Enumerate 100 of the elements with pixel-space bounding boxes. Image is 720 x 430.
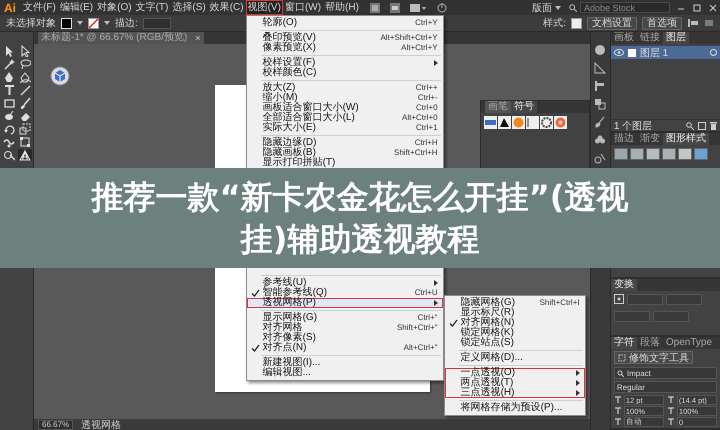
curve-pen-icon[interactable] bbox=[18, 71, 30, 83]
panel-tab[interactable]: 图形样式 bbox=[662, 133, 709, 145]
menu-item[interactable]: 参考线(U) bbox=[246, 278, 443, 288]
free-transform-icon[interactable] bbox=[18, 136, 30, 148]
rotate-icon[interactable] bbox=[2, 123, 14, 135]
menu-title[interactable]: 帮助(H) bbox=[323, 0, 361, 15]
font-family-field[interactable]: Impact bbox=[614, 367, 717, 379]
layer-row[interactable]: 图层 1 bbox=[610, 46, 720, 59]
menu-title[interactable]: 选择(S) bbox=[170, 0, 208, 15]
touch-type-button[interactable]: 修饰文字工具 bbox=[614, 351, 693, 364]
menu-item[interactable]: 显示网格(G) Ctrl+" bbox=[246, 313, 443, 323]
style-swatch[interactable] bbox=[571, 18, 582, 28]
menu-item[interactable]: 画板适合窗口大小(W) Ctrl+0 bbox=[246, 103, 443, 113]
panel-tab[interactable]: 画板 bbox=[610, 32, 637, 44]
menu-title[interactable]: 文件(F) bbox=[21, 0, 58, 15]
menu-item[interactable]: 显示打印拼贴(T) bbox=[246, 158, 443, 168]
menu-item[interactable]: 实际大小(E) Ctrl+1 bbox=[246, 123, 443, 133]
menu-item[interactable]: 显示标尺(R) bbox=[444, 308, 585, 318]
menu-item[interactable]: 编辑视图... bbox=[246, 368, 443, 378]
close-tab-button[interactable]: × bbox=[195, 32, 201, 44]
new-layer-icon[interactable] bbox=[698, 122, 706, 130]
menu-item[interactable]: 缩小(M) Ctrl+- bbox=[246, 93, 443, 103]
menu-item[interactable]: 智能参考线(Q) Ctrl+U bbox=[246, 288, 443, 298]
close-icon[interactable] bbox=[708, 2, 718, 12]
symbol-swatch[interactable] bbox=[498, 116, 511, 129]
brush-icon[interactable] bbox=[18, 97, 30, 109]
maximize-icon[interactable] bbox=[692, 2, 702, 12]
menu-item[interactable]: 叠印预览(V) Alt+Shift+Ctrl+Y bbox=[246, 33, 443, 43]
menu-item[interactable]: 隐藏网格(G) Shift+Ctrl+I bbox=[444, 298, 585, 308]
stroke-swatch[interactable] bbox=[88, 18, 99, 28]
menu-item[interactable]: 对齐点(N) Alt+Ctrl+" bbox=[246, 343, 443, 353]
menu-title[interactable]: 窗口(W) bbox=[282, 0, 324, 15]
magic-wand-icon[interactable] bbox=[2, 58, 14, 70]
target-icon[interactable] bbox=[710, 49, 717, 56]
symbol-swatch[interactable] bbox=[484, 116, 497, 129]
caret-icon[interactable] bbox=[77, 21, 83, 25]
blob-brush-icon[interactable] bbox=[2, 110, 14, 122]
rectangle-icon[interactable] bbox=[2, 97, 14, 109]
pen-icon[interactable] bbox=[2, 71, 14, 83]
menu-item[interactable]: 隐藏画板(B) Shift+Ctrl+H bbox=[246, 148, 443, 158]
lasso-icon[interactable] bbox=[18, 58, 30, 70]
hollow-arrow-icon[interactable] bbox=[18, 45, 30, 57]
menu-item[interactable]: 轮廓(O) Ctrl+Y bbox=[246, 18, 443, 28]
symbol-swatch[interactable] bbox=[526, 116, 539, 129]
panel-tab[interactable]: 图层 bbox=[662, 32, 689, 44]
menu-item[interactable]: 对齐像素(S) bbox=[246, 333, 443, 343]
input-field[interactable] bbox=[614, 311, 650, 322]
caret-icon[interactable] bbox=[104, 21, 110, 25]
scale-icon[interactable] bbox=[18, 123, 30, 135]
menu-item[interactable]: 全部适合窗口大小(L) Alt+Ctrl+0 bbox=[246, 113, 443, 123]
style-swatch[interactable] bbox=[694, 148, 708, 160]
menu-item[interactable]: 定义网格(D)... bbox=[444, 353, 585, 363]
menu-item[interactable]: 校样设置(F) bbox=[246, 58, 443, 68]
perspective-grid-icon[interactable] bbox=[18, 149, 30, 161]
symbol-swatch[interactable] bbox=[554, 116, 567, 129]
panel-tab[interactable]: 字符 bbox=[610, 337, 637, 349]
menu-title[interactable]: 效果(C) bbox=[208, 0, 246, 15]
club-icon[interactable] bbox=[594, 134, 606, 146]
menu-item[interactable]: 新建视图(I)... bbox=[246, 358, 443, 368]
style-swatch[interactable] bbox=[678, 148, 692, 160]
eye-icon[interactable] bbox=[614, 49, 624, 56]
panel-tab[interactable]: 描边 bbox=[610, 133, 637, 145]
type-tool-icon[interactable] bbox=[2, 84, 14, 96]
brush-icon[interactable] bbox=[594, 116, 606, 128]
reference-point-icon[interactable] bbox=[614, 294, 624, 304]
document-tab[interactable]: 未标题-1* @ 66.67% (RGB/预览) × bbox=[38, 32, 204, 44]
menu-item[interactable]: 一点透视(O) bbox=[444, 368, 585, 378]
panel-tab[interactable]: OpenType bbox=[662, 337, 716, 349]
eraser-icon[interactable] bbox=[18, 110, 30, 122]
search-icon[interactable] bbox=[569, 4, 577, 12]
menu-title[interactable]: 编辑(E) bbox=[58, 0, 96, 15]
search-icon[interactable] bbox=[686, 122, 694, 130]
menu-item[interactable]: 隐藏边缘(D) Ctrl+H bbox=[246, 138, 443, 148]
panel-menu-icon[interactable] bbox=[704, 19, 714, 27]
menu-item[interactable]: 放大(Z) Ctrl++ bbox=[246, 83, 443, 93]
menu-item[interactable]: 将网格存储为预设(P)... bbox=[444, 403, 585, 413]
align-icon[interactable] bbox=[594, 80, 606, 92]
style-swatch[interactable] bbox=[646, 148, 660, 160]
toolbar-button[interactable]: 文档设置 bbox=[587, 16, 637, 30]
menu-item[interactable]: 锁定站点(S) bbox=[444, 338, 585, 348]
line-icon[interactable] bbox=[18, 84, 30, 96]
zoom-field[interactable]: 66.67% bbox=[38, 420, 74, 430]
color-wheel-icon[interactable] bbox=[594, 44, 606, 56]
panel-tab[interactable]: 渐变 bbox=[636, 133, 663, 145]
pathfinder-icon[interactable] bbox=[594, 98, 606, 110]
input-field[interactable] bbox=[626, 294, 663, 305]
menu-title[interactable]: 对象(O) bbox=[95, 0, 134, 15]
stock-icon[interactable] bbox=[388, 2, 401, 14]
menu-item[interactable]: 透视网格(P) bbox=[246, 298, 443, 308]
symbol-swatch[interactable] bbox=[512, 116, 525, 129]
style-swatch[interactable] bbox=[614, 148, 628, 160]
menu-item[interactable]: 像素预览(X) Alt+Ctrl+Y bbox=[246, 43, 443, 53]
menu-item[interactable]: 两点透视(T) bbox=[444, 378, 585, 388]
style-swatch[interactable] bbox=[630, 148, 644, 160]
input-field[interactable] bbox=[652, 311, 689, 322]
panel-tab[interactable]: 段落 bbox=[636, 337, 663, 349]
menu-item[interactable]: 三点透视(H) bbox=[444, 388, 585, 398]
bridge-icon[interactable] bbox=[368, 2, 381, 14]
symbol-swatch[interactable] bbox=[540, 116, 553, 129]
arrange-icon[interactable] bbox=[408, 2, 427, 14]
